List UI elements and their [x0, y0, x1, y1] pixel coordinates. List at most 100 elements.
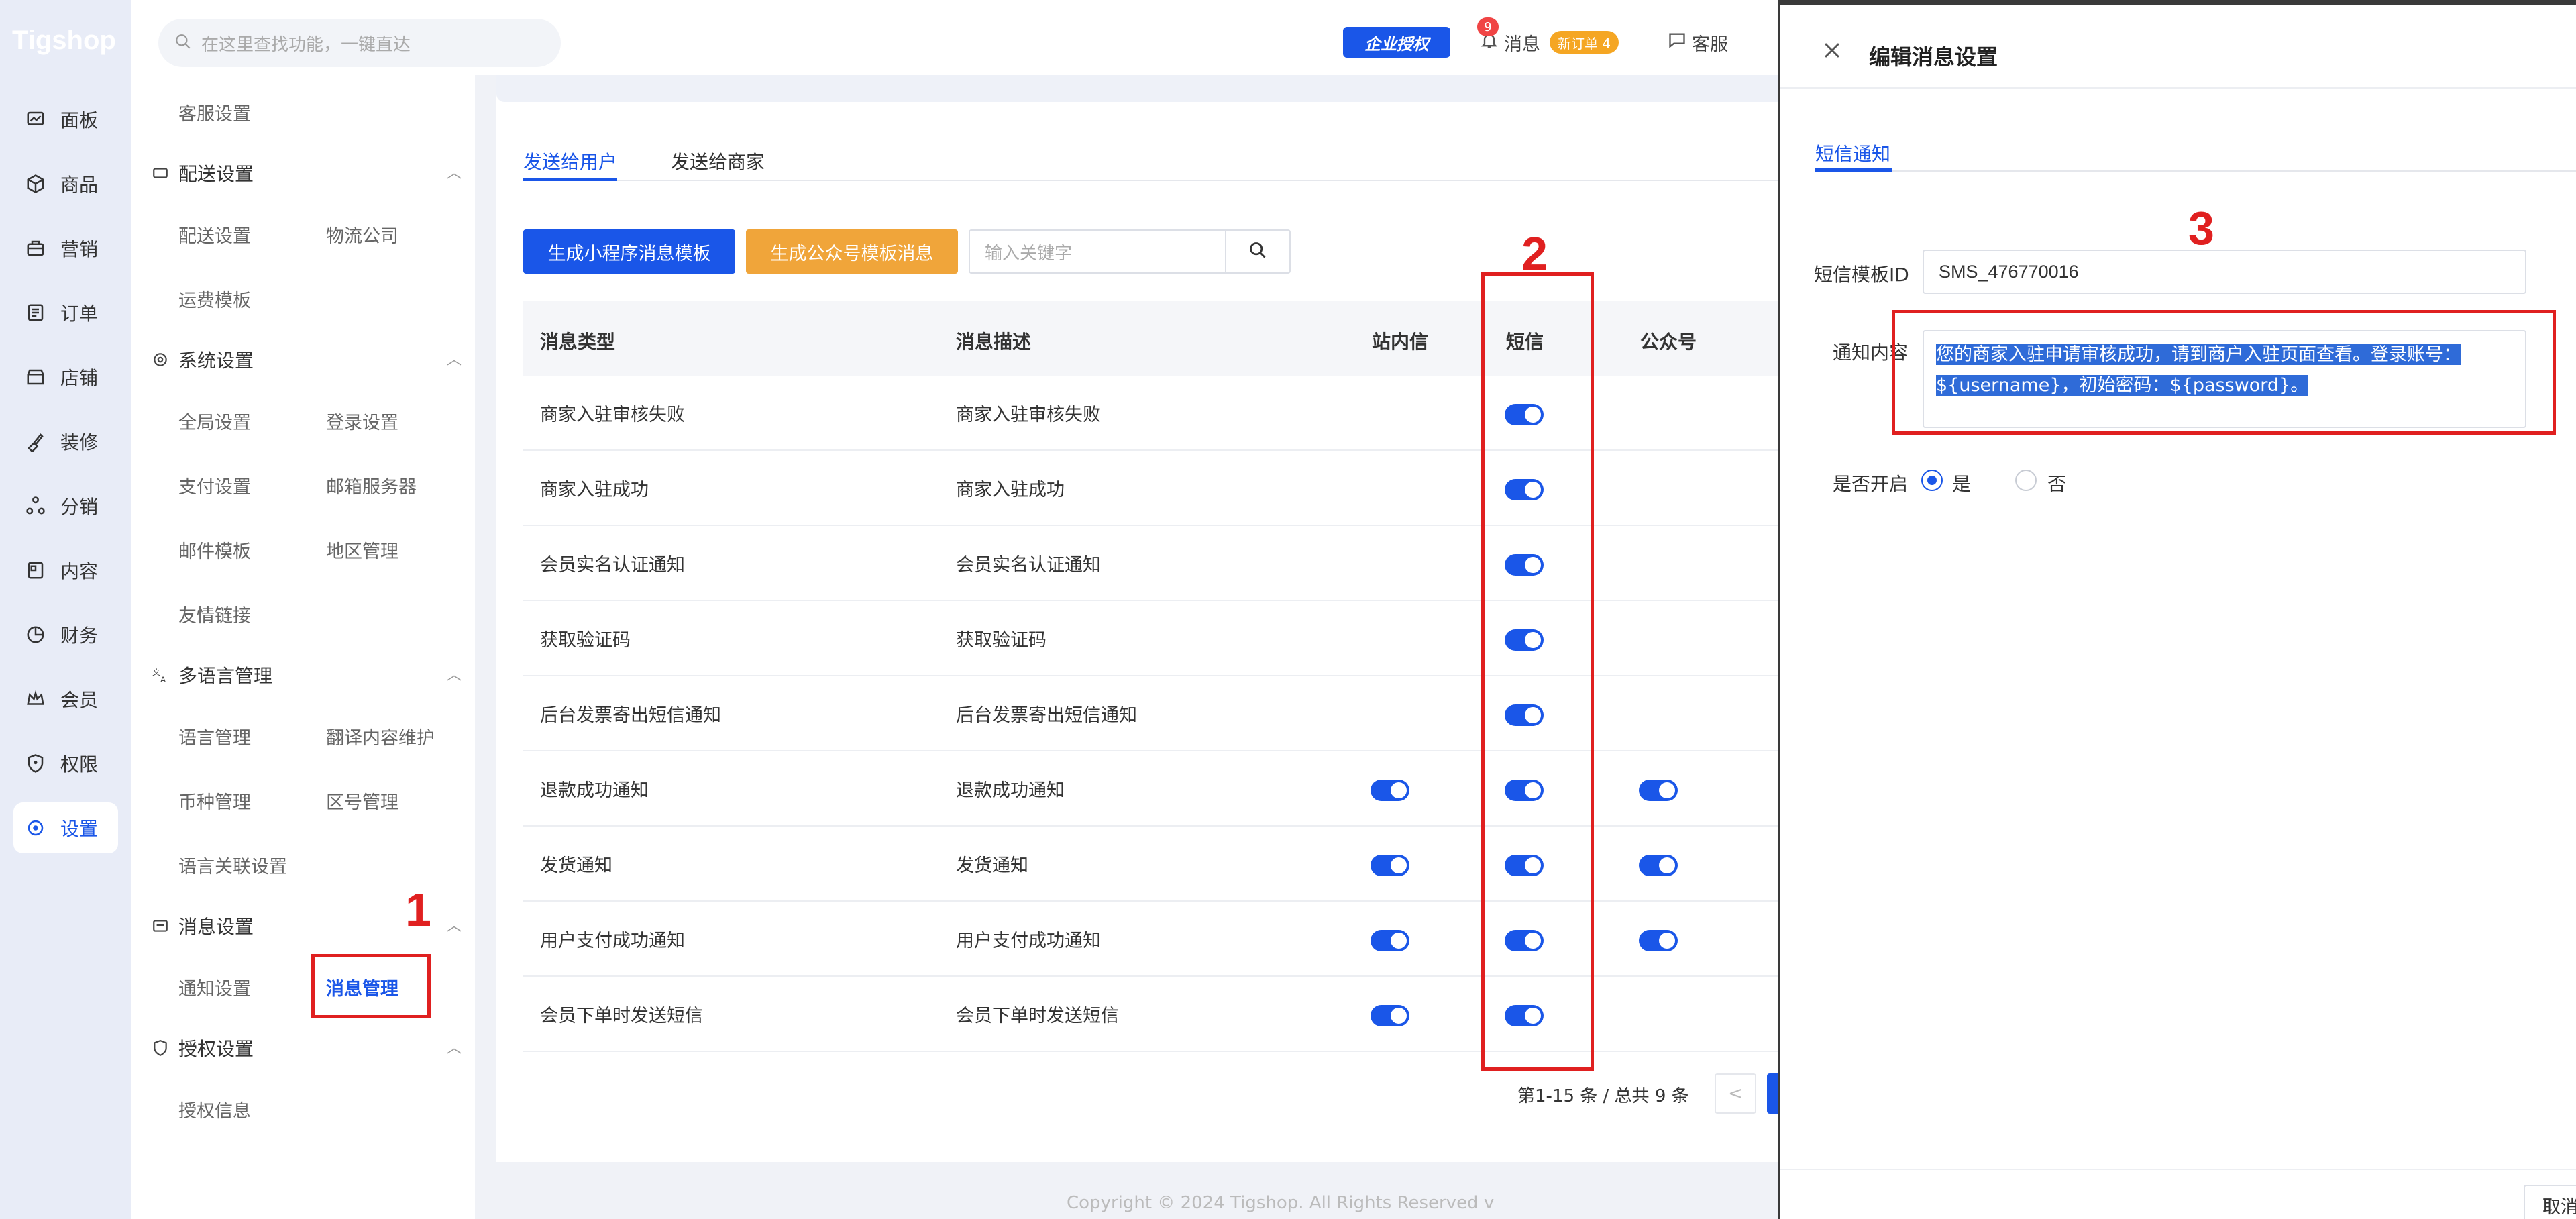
- toggle-site[interactable]: [1371, 855, 1409, 876]
- annotation-number-1: 1: [405, 884, 431, 936]
- annotation-number-3: 3: [2188, 202, 2214, 254]
- subnav-link[interactable]: 配送设置: [178, 221, 251, 248]
- subnav-link[interactable]: 运费模板: [178, 286, 251, 312]
- nav-item-orders[interactable]: 订单: [13, 287, 118, 338]
- annotation-box-2: [1481, 272, 1594, 1071]
- gear-icon: [24, 816, 47, 839]
- left-nav: Tigshop 面板 商品 营销 订单 店铺 装修 分销 内容 财务 会员 权限…: [0, 0, 131, 1219]
- nav-item-distribution[interactable]: 分销: [13, 480, 118, 531]
- table-cell-desc: 会员下单时发送短信: [956, 1006, 1119, 1026]
- subnav-link[interactable]: 授权信息: [178, 1096, 251, 1122]
- nav-item-goods[interactable]: 商品: [13, 158, 118, 209]
- table-cell-desc: 退款成功通知: [956, 780, 1065, 801]
- nav-item-finance[interactable]: 财务: [13, 609, 118, 660]
- nav-label: 分销: [60, 496, 99, 518]
- nav-item-members[interactable]: 会员: [13, 674, 118, 725]
- chevron-up-icon[interactable]: ︿: [447, 348, 462, 369]
- service-label: 客服: [1692, 34, 1728, 55]
- table-cell-type: 发货通知: [540, 855, 612, 876]
- subnav-link[interactable]: 语言管理: [178, 723, 251, 749]
- gear-icon: [152, 350, 170, 369]
- chevron-up-icon[interactable]: ︿: [447, 1036, 462, 1057]
- table-cell-desc: 商家入驻审核失败: [956, 405, 1101, 425]
- enterprise-badge[interactable]: 企业授权: [1343, 27, 1450, 58]
- chevron-up-icon[interactable]: ︿: [447, 161, 462, 182]
- subnav-group-system[interactable]: 系统设置: [152, 346, 254, 373]
- tab-sms-notify[interactable]: 短信通知: [1815, 140, 1890, 166]
- keyword-search-button[interactable]: [1225, 229, 1291, 274]
- table-cell-type: 商家入驻成功: [540, 480, 649, 500]
- subnav-link[interactable]: 客服设置: [178, 99, 251, 125]
- subnav-link[interactable]: 友情链接: [178, 601, 251, 627]
- nav-item-permissions[interactable]: 权限: [13, 738, 118, 789]
- subnav-link[interactable]: 区号管理: [326, 788, 398, 814]
- nav-item-decorate[interactable]: 装修: [13, 416, 118, 467]
- subnav-link[interactable]: 登录设置: [326, 408, 398, 434]
- toggle-site[interactable]: [1371, 930, 1409, 951]
- cancel-button[interactable]: 取消: [2524, 1185, 2576, 1219]
- annotation-number-2: 2: [1521, 227, 1548, 280]
- global-search[interactable]: 在这里查找功能，一键直达: [158, 19, 561, 67]
- nav-item-dashboard[interactable]: 面板: [13, 94, 118, 145]
- subnav-link[interactable]: 语言关联设置: [178, 852, 287, 878]
- nav-label: 权限: [60, 753, 99, 776]
- table-header: [523, 301, 1798, 376]
- new-orders-tag[interactable]: 新订单 4: [1550, 31, 1619, 54]
- subnav-group-delivery[interactable]: 配送设置: [152, 160, 254, 187]
- table-row-divider: [523, 525, 1798, 526]
- template-id-input[interactable]: SMS_476770016: [1923, 250, 2526, 294]
- marketing-icon: [24, 237, 47, 260]
- nav-item-marketing[interactable]: 营销: [13, 223, 118, 274]
- radio-no[interactable]: [2015, 470, 2037, 491]
- shop-icon: [24, 366, 47, 388]
- nav-item-settings[interactable]: 设置: [13, 802, 118, 853]
- nav-label: 商品: [60, 174, 99, 196]
- drawer-active-tab-indicator: [1815, 168, 1892, 172]
- search-icon: [174, 33, 192, 53]
- tab-send-to-merchant[interactable]: 发送给商家: [671, 148, 765, 174]
- pagination-prev[interactable]: <: [1715, 1073, 1756, 1114]
- subnav-link[interactable]: 物流公司: [326, 221, 398, 248]
- subnav-link[interactable]: 全局设置: [178, 408, 251, 434]
- message-icon: [152, 916, 170, 935]
- column-header: 消息描述: [956, 331, 1032, 353]
- subnav-link[interactable]: 通知设置: [178, 974, 251, 1000]
- toggle-mp[interactable]: [1639, 855, 1678, 876]
- close-icon[interactable]: [1821, 39, 1843, 64]
- keyword-input[interactable]: 输入关键字: [969, 229, 1226, 274]
- chevron-up-icon[interactable]: ︿: [447, 663, 462, 684]
- subnav-link[interactable]: 邮件模板: [178, 537, 251, 563]
- nav-label: 设置: [60, 818, 99, 840]
- subnav-group-language[interactable]: 文A 多语言管理: [152, 661, 272, 688]
- customer-service-button[interactable]: 客服: [1668, 30, 1728, 56]
- subnav-group-license[interactable]: 授权设置: [152, 1035, 254, 1061]
- toggle-site[interactable]: [1371, 1005, 1409, 1026]
- generate-mini-template-button[interactable]: 生成小程序消息模板: [523, 229, 735, 274]
- radio-yes[interactable]: [1921, 470, 1943, 491]
- messages-label: 消息: [1504, 34, 1540, 55]
- table-cell-type: 商家入驻审核失败: [540, 405, 685, 425]
- translate-icon: 文A: [152, 666, 170, 684]
- table-row-divider: [523, 600, 1798, 601]
- toggle-mp[interactable]: [1639, 930, 1678, 951]
- nav-item-content[interactable]: 内容: [13, 545, 118, 596]
- app-logo[interactable]: Tigshop: [12, 25, 116, 56]
- tab-send-to-user[interactable]: 发送给用户: [523, 148, 617, 174]
- subnav-link[interactable]: 币种管理: [178, 788, 251, 814]
- toggle-mp[interactable]: [1639, 780, 1678, 801]
- toggle-site[interactable]: [1371, 780, 1409, 801]
- subnav-group-message[interactable]: 消息设置: [152, 912, 254, 939]
- truck-icon: [152, 164, 170, 182]
- chevron-up-icon[interactable]: ︿: [447, 914, 462, 935]
- subnav-link[interactable]: 邮箱服务器: [326, 472, 417, 498]
- nav-label: 内容: [60, 560, 99, 582]
- subnav-link[interactable]: 翻译内容维护: [326, 723, 435, 749]
- subnav-link[interactable]: 支付设置: [178, 472, 251, 498]
- subnav-link[interactable]: 地区管理: [326, 537, 398, 563]
- shield-icon: [152, 1039, 170, 1057]
- crown-icon: [24, 688, 47, 710]
- nav-item-shop[interactable]: 店铺: [13, 352, 118, 403]
- nav-label: 装修: [60, 431, 99, 454]
- table-row-divider: [523, 1051, 1798, 1052]
- generate-mp-template-button[interactable]: 生成公众号模板消息: [746, 229, 958, 274]
